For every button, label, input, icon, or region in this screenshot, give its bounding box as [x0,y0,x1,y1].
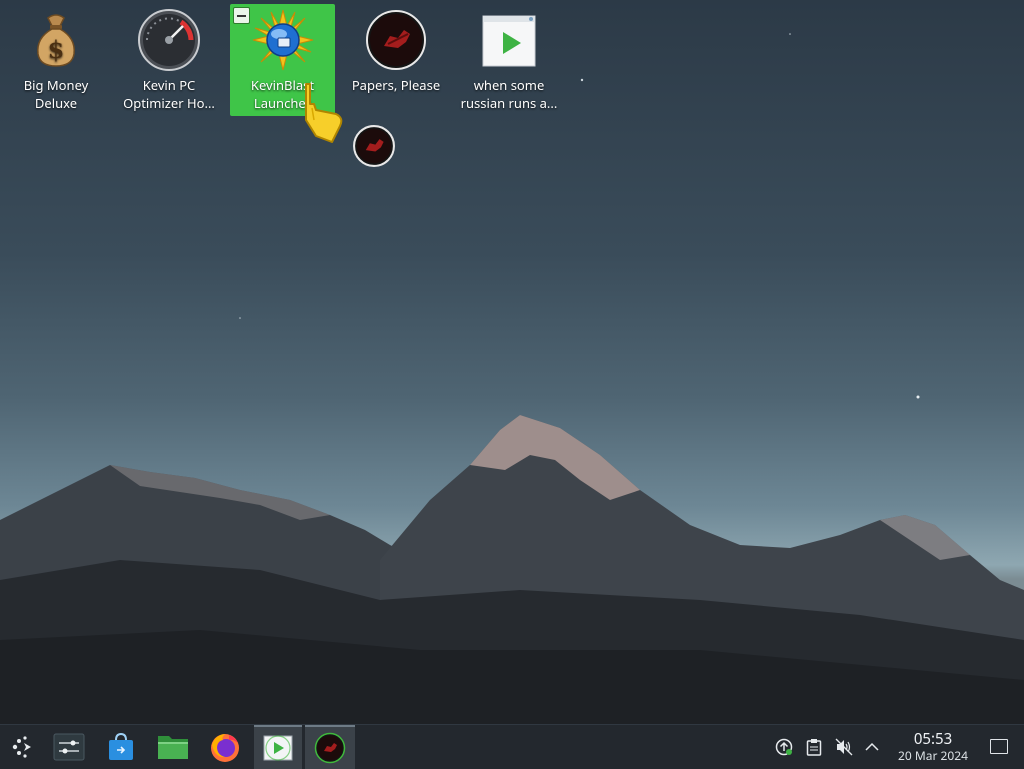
digital-clock[interactable]: 05:53 20 Mar 2024 [898,729,968,764]
svg-text:$: $ [48,35,65,64]
taskbar-firefox[interactable] [202,725,248,769]
video-player-icon [263,735,293,761]
taskbar-file-manager[interactable] [150,725,196,769]
desktop-icon-video-file[interactable]: when some russian runs a... [457,4,561,116]
selection-toggle-icon[interactable] [233,7,250,24]
update-icon[interactable] [774,737,794,757]
drag-ghost-papers-please-icon [352,124,396,168]
show-desktop-button[interactable] [990,739,1008,754]
folder-icon [158,736,188,759]
video-file-icon [477,8,541,72]
settings-sliders-icon [53,733,85,761]
firefox-icon [211,734,239,762]
speedometer-icon [137,8,201,72]
clipboard-icon[interactable] [804,737,824,757]
desktop-icon-label: Big Money Deluxe [23,76,89,112]
taskbar: 05:53 20 Mar 2024 [0,724,1024,769]
desktop-icon-label: Kevin PC Optimizer Ho... [123,76,215,112]
clock-time: 05:53 [913,729,953,749]
clock-date: 20 Mar 2024 [898,747,968,764]
app-launcher-button[interactable] [0,725,46,769]
desktop-icon-label: Papers, Please [351,76,441,94]
desktop-icon-big-money-deluxe[interactable]: $ Big Money Deluxe [4,4,108,116]
papers-please-icon [364,8,428,72]
chevron-up-icon[interactable] [862,737,882,757]
desktop[interactable]: $ Big Money Deluxe Kevin PC Optimizer Ho… [0,0,1024,724]
papers-please-icon [314,732,346,764]
volume-muted-icon[interactable] [834,737,854,757]
sun-globe-icon [251,8,315,72]
desktop-icon-label: when some russian runs a... [460,76,558,112]
taskbar-system-settings[interactable] [46,725,92,769]
desktop-icon-kevin-pc-optimizer[interactable]: Kevin PC Optimizer Ho... [117,4,221,116]
store-bag-icon [109,732,133,760]
taskbar-papers-please[interactable] [305,725,355,769]
taskbar-discover[interactable] [98,725,144,769]
app-launcher-icon [12,736,31,758]
money-bag-icon: $ [24,8,88,72]
hand-cursor-icon [300,80,348,144]
desktop-icon-papers-please[interactable]: Papers, Please [344,4,448,116]
taskbar-video-player[interactable] [254,725,302,769]
